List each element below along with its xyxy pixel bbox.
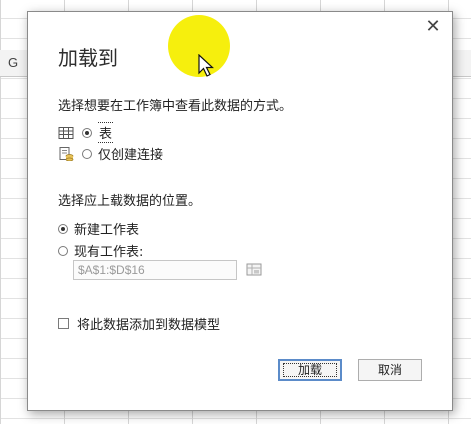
load-to-dialog: ✕ 加载到 选择想要在工作簿中查看此数据的方式。 表 仅创建连接 选择应上载数据… xyxy=(27,11,453,411)
view-prompt: 选择想要在工作簿中查看此数据的方式。 xyxy=(58,99,293,114)
dialog-title: 加载到 xyxy=(58,46,118,70)
close-button[interactable]: ✕ xyxy=(422,16,444,38)
range-input[interactable]: $A$1:$D$16 xyxy=(73,260,237,280)
option-new-worksheet-label: 新建工作表 xyxy=(74,223,140,238)
location-prompt: 选择应上载数据的位置。 xyxy=(58,194,202,209)
option-connection-only[interactable]: 仅创建连接 xyxy=(58,144,163,163)
option-existing-worksheet-label: 现有工作表: xyxy=(74,245,144,260)
add-to-data-model-option[interactable]: 将此数据添加到数据模型 xyxy=(58,314,220,333)
option-new-worksheet[interactable]: 新建工作表 xyxy=(58,219,139,238)
table-icon xyxy=(58,126,74,139)
radio-table[interactable] xyxy=(82,127,92,138)
connection-icon xyxy=(59,146,74,161)
load-button-focus-ring xyxy=(283,363,337,377)
cancel-button[interactable]: 取消 xyxy=(358,359,422,381)
option-table-label: 表 xyxy=(98,122,114,143)
range-select-icon[interactable] xyxy=(244,260,264,280)
mouse-cursor-icon xyxy=(198,54,214,77)
radio-existing-worksheet[interactable] xyxy=(58,245,68,256)
option-existing-worksheet[interactable]: 现有工作表: xyxy=(58,241,143,260)
column-header-g[interactable]: G xyxy=(8,55,18,70)
add-to-data-model-label: 将此数据添加到数据模型 xyxy=(77,318,221,333)
load-button[interactable]: 加载 xyxy=(278,359,342,381)
add-to-data-model-checkbox[interactable] xyxy=(58,318,69,329)
radio-connection-only[interactable] xyxy=(82,148,92,159)
option-table[interactable]: 表 xyxy=(58,122,114,143)
option-connection-only-label: 仅创建连接 xyxy=(98,148,164,163)
radio-new-worksheet[interactable] xyxy=(58,223,68,234)
